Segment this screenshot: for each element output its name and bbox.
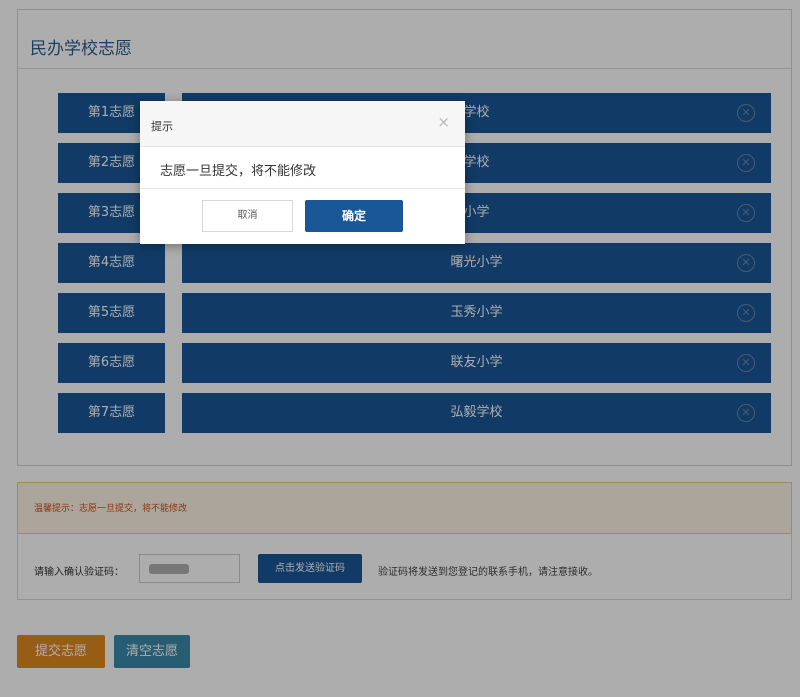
dialog-message: 志愿一旦提交，将不能修改 (160, 164, 317, 179)
confirm-button[interactable]: 确定 (305, 200, 403, 232)
cancel-button[interactable]: 取消 (202, 200, 293, 232)
close-icon[interactable]: × (437, 113, 450, 131)
dialog-body: 志愿一旦提交，将不能修改 (140, 147, 465, 189)
confirm-dialog: 提示 × 志愿一旦提交，将不能修改 取消 确定 (140, 101, 465, 244)
dialog-title: 提示 (151, 120, 173, 133)
dialog-header: 提示 × (140, 101, 465, 147)
